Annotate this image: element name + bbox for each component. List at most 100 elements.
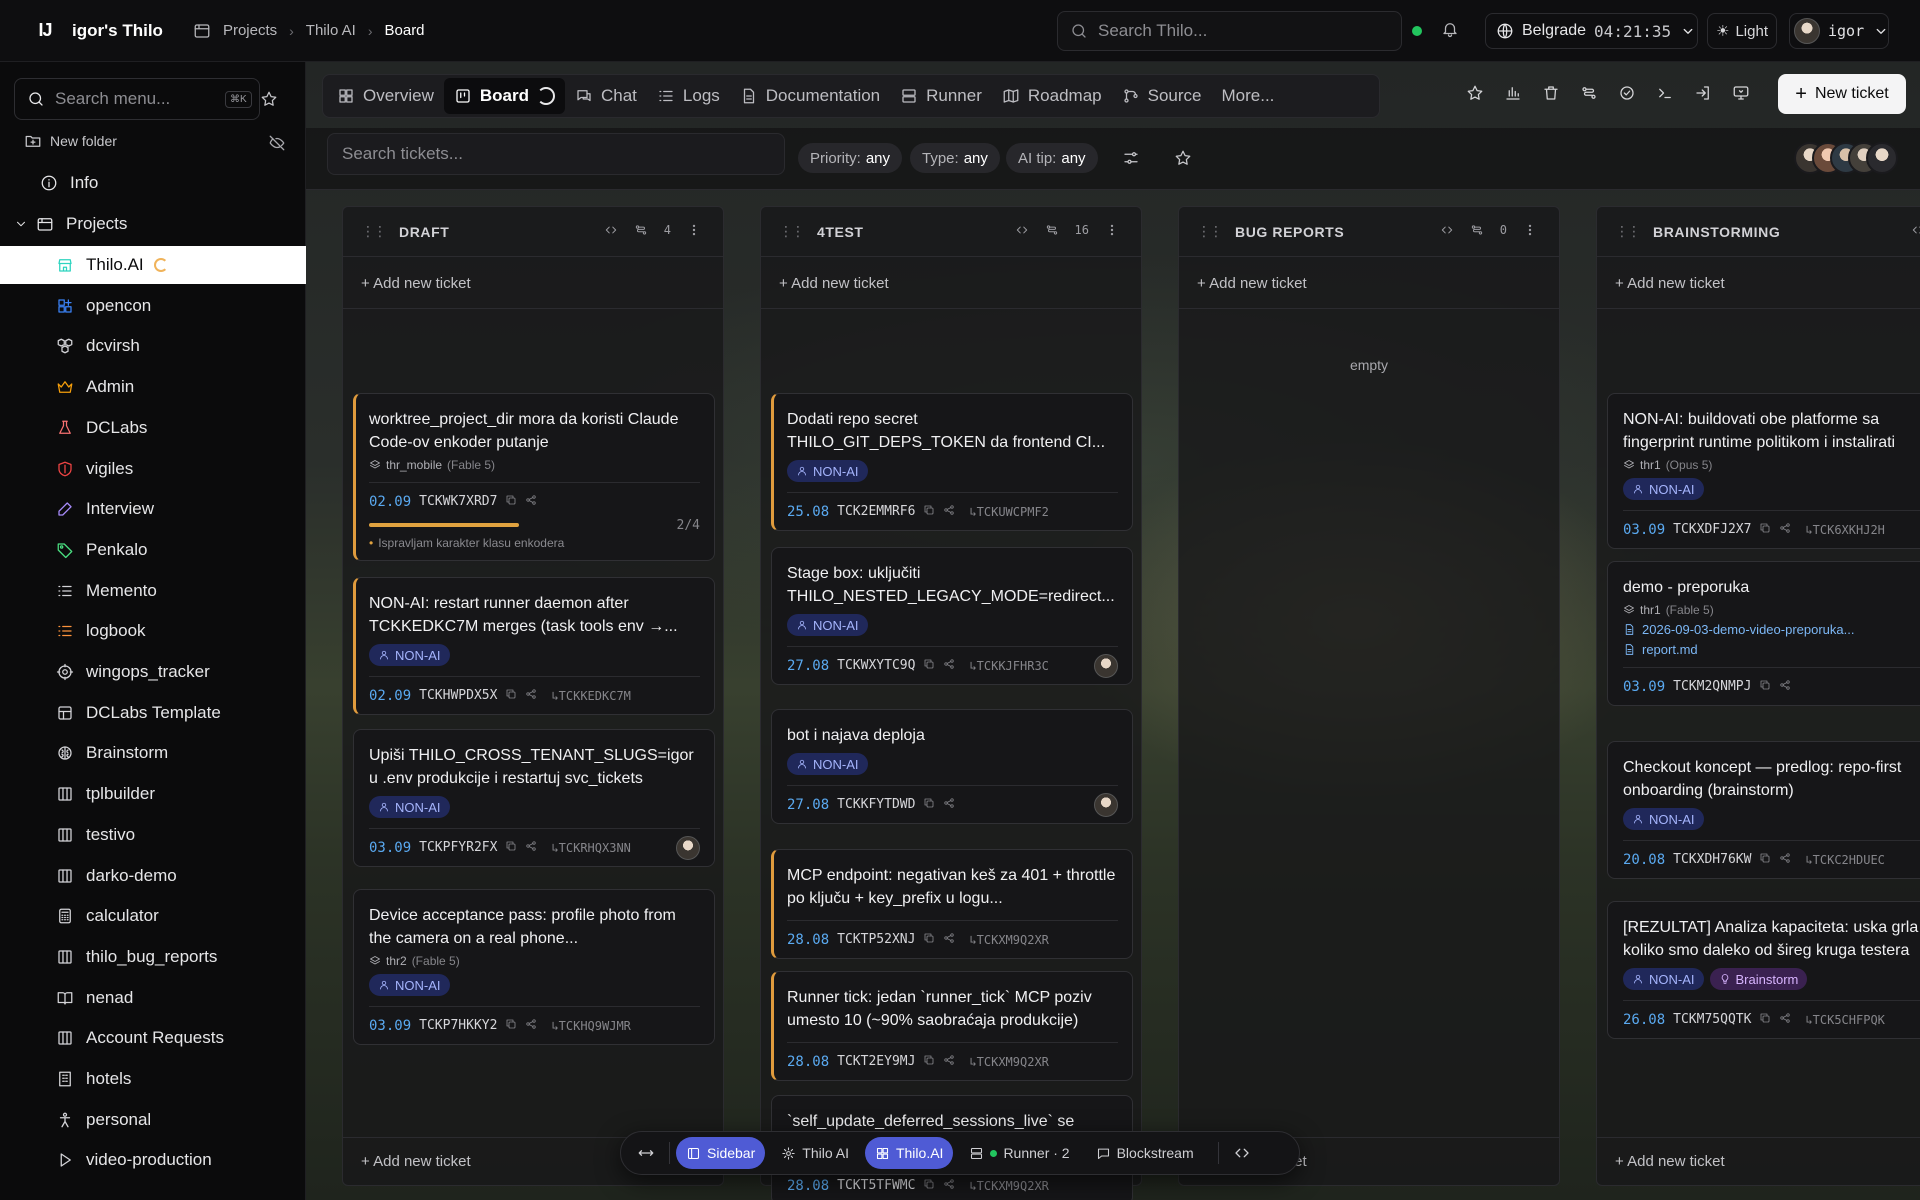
sidebar-item-penkalo[interactable]: Penkalo (0, 531, 306, 569)
add-ticket-button[interactable]: + Add new ticket (779, 275, 889, 292)
share-button[interactable] (943, 504, 955, 519)
share-button[interactable] (943, 797, 955, 812)
sidebar-item-info[interactable]: Info (0, 164, 306, 202)
sidebar-item-dclabs-template[interactable]: DCLabs Template (0, 694, 306, 732)
sliders-icon[interactable] (1122, 149, 1140, 167)
parent-ticket-ref[interactable]: ↳TCKHQ9WJMR (551, 1019, 630, 1033)
global-search-input[interactable] (1098, 21, 1378, 41)
copy-id-button[interactable] (505, 688, 517, 703)
sidebar-item-vigiles[interactable]: vigiles (0, 450, 306, 488)
workflow-icon[interactable] (634, 223, 648, 237)
copy-id-button[interactable] (923, 1054, 935, 1069)
tab-roadmap[interactable]: Roadmap (992, 78, 1112, 114)
sidebar-item-testivo[interactable]: testivo (0, 816, 306, 854)
member-avatars[interactable] (1794, 142, 1898, 174)
breadcrumb-project[interactable]: Thilo AI (306, 22, 356, 39)
sidebar-item-dclabs[interactable]: DCLabs (0, 409, 306, 447)
breadcrumb-projects[interactable]: Projects (223, 22, 277, 39)
share-button[interactable] (525, 1018, 537, 1033)
drag-handle-icon[interactable]: ⋮⋮ (361, 223, 387, 240)
sidebar-item-personal[interactable]: personal (0, 1101, 306, 1139)
global-search[interactable] (1057, 11, 1402, 51)
ticket-card[interactable]: Device acceptance pass: profile photo fr… (353, 889, 715, 1045)
menu-search[interactable]: ⌘K (14, 78, 260, 120)
share-button[interactable] (525, 840, 537, 855)
copy-id-button[interactable] (923, 504, 935, 519)
theme-toggle[interactable]: ☀ Light (1707, 13, 1777, 49)
share-button[interactable] (943, 1054, 955, 1069)
sidebar-item-projects[interactable]: Projects (0, 205, 306, 243)
ticket-search-input[interactable] (342, 144, 772, 164)
ticket-card[interactable]: demo - preporuka thr1 (Fable 5) 2026-09-03-… (1607, 561, 1920, 706)
tab-chat[interactable]: Chat (565, 78, 647, 114)
tab-logs[interactable]: Logs (647, 78, 730, 114)
add-ticket-button[interactable]: + Add new ticket (1197, 275, 1307, 292)
dock-thilo-ai[interactable]: Thilo AI (771, 1137, 859, 1169)
add-ticket-button[interactable]: + Add new ticket (1615, 275, 1725, 292)
collapse-icon[interactable] (1440, 223, 1454, 237)
parent-ticket-ref[interactable]: ↳TCKRHQX3NN (551, 841, 630, 855)
eye-off-icon[interactable] (268, 134, 286, 152)
check-circle-icon[interactable] (1618, 84, 1636, 102)
attachment-link[interactable]: report.md (1623, 642, 1920, 657)
copy-id-button[interactable] (1759, 522, 1771, 537)
drag-handle-icon[interactable]: ⋮⋮ (1197, 223, 1223, 240)
expand-horizontal-icon[interactable] (629, 1144, 663, 1162)
tab-source[interactable]: Source (1112, 78, 1212, 114)
type-filter[interactable]: Type: any (910, 143, 1000, 173)
workflow-icon[interactable] (1580, 84, 1598, 102)
collapse-icon[interactable] (1015, 223, 1029, 237)
share-button[interactable] (1779, 522, 1791, 537)
copy-id-button[interactable] (505, 494, 517, 509)
star-icon[interactable] (260, 90, 278, 108)
parent-ticket-ref[interactable]: ↳TCKXM9Q2XR (969, 933, 1048, 947)
ticket-card[interactable]: Upiši THILO_CROSS_TENANT_SLUGS=igor u .e… (353, 729, 715, 867)
collapse-icon[interactable] (1225, 1144, 1259, 1162)
ticket-card[interactable]: NON-AI: buildovati obe platforme sa fing… (1607, 393, 1920, 549)
ticket-card[interactable]: Stage box: uključiti THILO_NESTED_LEGACY… (771, 547, 1133, 685)
bell-icon[interactable] (1441, 20, 1459, 38)
share-button[interactable] (1779, 679, 1791, 694)
drag-handle-icon[interactable]: ⋮⋮ (779, 223, 805, 240)
share-button[interactable] (1779, 1012, 1791, 1027)
ticket-card[interactable]: Dodati repo secret THILO_GIT_DEPS_TOKEN … (771, 393, 1133, 531)
user-menu[interactable]: igor (1789, 13, 1889, 49)
sidebar-item-video-production[interactable]: video-production (0, 1141, 306, 1179)
terminal-icon[interactable] (1656, 84, 1674, 102)
copy-id-button[interactable] (505, 840, 517, 855)
sidebar-item-tplbuilder[interactable]: tplbuilder (0, 775, 306, 813)
sidebar-item-admin[interactable]: Admin (0, 368, 306, 406)
copy-id-button[interactable] (1759, 852, 1771, 867)
login-icon[interactable] (1694, 84, 1712, 102)
copy-id-button[interactable] (923, 797, 935, 812)
copy-id-button[interactable] (923, 658, 935, 673)
copy-id-button[interactable] (923, 932, 935, 947)
sidebar-item-darko-demo[interactable]: darko-demo (0, 857, 306, 895)
sidebar-item-interview[interactable]: Interview (0, 490, 306, 528)
sidebar-item-wingops-tracker[interactable]: wingops_tracker (0, 653, 306, 691)
parent-ticket-ref[interactable]: ↳TCK6XKHJ2H (1805, 523, 1884, 537)
ticket-card[interactable]: MCP endpoint: negativan keš za 401 + thr… (771, 849, 1133, 959)
sidebar-item-nenad[interactable]: nenad (0, 979, 306, 1017)
parent-ticket-ref[interactable]: ↳TCKC2HDUEC (1805, 853, 1884, 867)
share-button[interactable] (943, 658, 955, 673)
sidebar-item-thilo-bug-reports[interactable]: thilo_bug_reports (0, 938, 306, 976)
ticket-card[interactable]: bot i najava deploja NON-AI 27.08 TCKKFYTDW… (771, 709, 1133, 824)
more-vertical-icon[interactable] (687, 223, 701, 237)
ticket-card[interactable]: Runner tick: jedan `runner_tick` MCP poz… (771, 971, 1133, 1081)
share-button[interactable] (525, 494, 537, 509)
add-ticket-button[interactable]: + Add new ticket (361, 1153, 471, 1170)
dock-blockstream[interactable]: Blockstream (1086, 1137, 1204, 1169)
tab-more[interactable]: More... (1211, 78, 1284, 114)
tab-documentation[interactable]: Documentation (730, 78, 890, 114)
dock-board[interactable]: Thilo.AI (864, 1137, 954, 1169)
parent-ticket-ref[interactable]: ↳TCKUWCPMF2 (969, 505, 1048, 519)
tab-runner[interactable]: Runner (890, 78, 992, 114)
ticket-search[interactable] (327, 133, 785, 175)
monitor-icon[interactable] (1732, 84, 1750, 102)
share-button[interactable] (943, 932, 955, 947)
add-ticket-button[interactable]: + Add new ticket (361, 275, 471, 292)
bar-chart-icon[interactable] (1504, 84, 1522, 102)
collapse-icon[interactable] (604, 223, 618, 237)
drag-handle-icon[interactable]: ⋮⋮ (1615, 223, 1641, 240)
